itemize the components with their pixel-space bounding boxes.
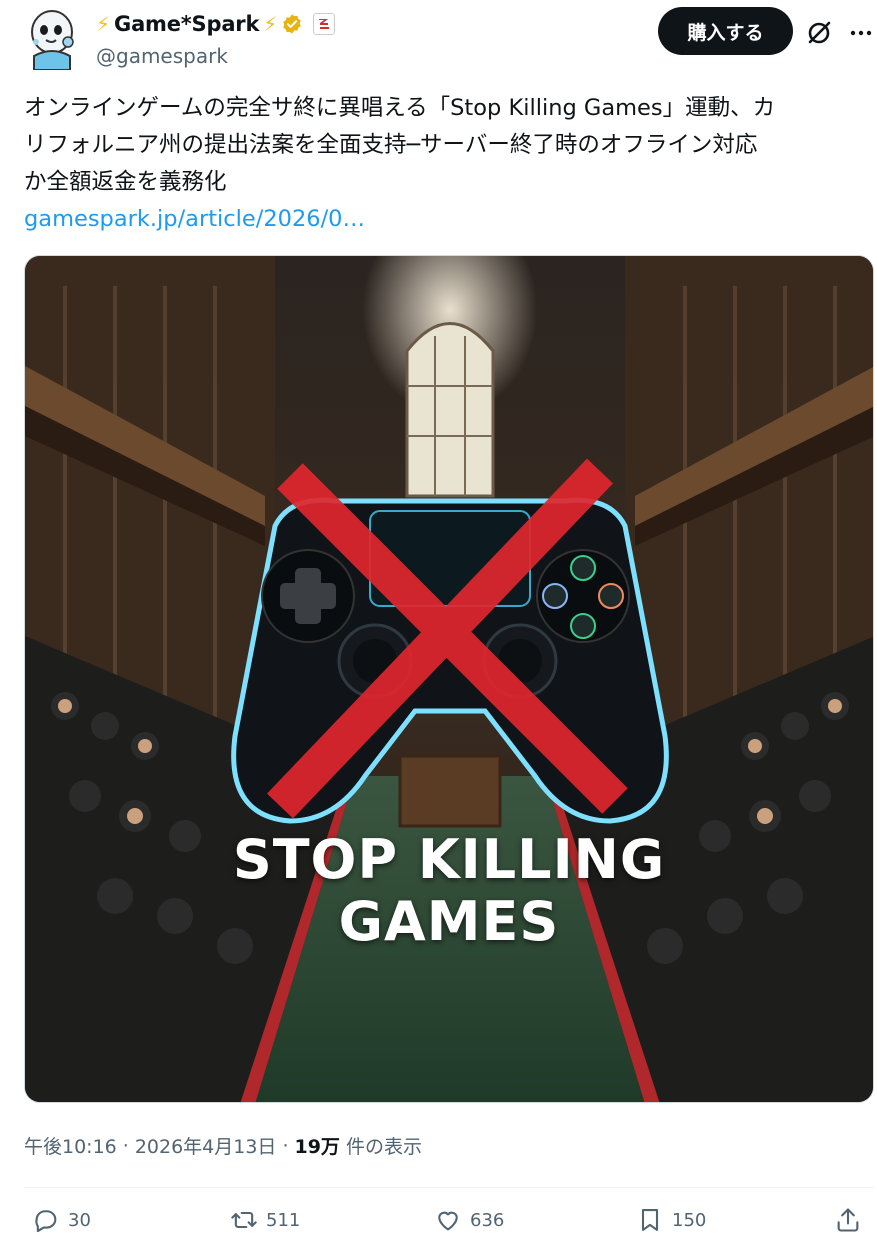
tweet-meta: 午後10:16 · 2026年4月13日 · 19万 件の表示 (24, 1132, 422, 1159)
bookmark-count: 150 (672, 1209, 707, 1231)
separator: · (282, 1134, 289, 1157)
bookmark-icon (641, 1209, 659, 1231)
tweet-header: ⚡ Game*Spark ⚡ @gamespark 購入する (24, 4, 874, 74)
lightning-icon: ⚡ (263, 12, 278, 36)
reply-button[interactable]: 30 (32, 1206, 91, 1234)
buy-button[interactable]: 購入する (658, 7, 793, 55)
avatar[interactable] (24, 6, 80, 70)
reply-count: 30 (68, 1209, 91, 1231)
share-button[interactable] (834, 1206, 862, 1234)
image-overlay-text: STOP KILLING (232, 828, 666, 891)
reply-icon (35, 1210, 57, 1233)
divider (24, 1187, 874, 1188)
account-handle[interactable]: @gamespark (96, 44, 228, 68)
post-time[interactable]: 午後10:16 (24, 1132, 117, 1159)
repost-count: 511 (266, 1209, 301, 1231)
affiliate-logo-icon (319, 19, 330, 29)
views-count: 19万 (294, 1136, 340, 1158)
grok-icon[interactable] (804, 18, 834, 48)
repost-icon (231, 1211, 257, 1229)
verified-badge-icon (283, 14, 301, 34)
tweet-text: オンラインゲームの完全サ終に異唱える「Stop Killing Games」運動… (24, 90, 870, 238)
account-name-row[interactable]: ⚡ Game*Spark ⚡ (96, 12, 336, 36)
image-overlay-text: GAMES (338, 890, 560, 953)
lightning-icon: ⚡ (96, 12, 111, 36)
heart-icon (438, 1211, 458, 1231)
more-options-icon[interactable] (846, 18, 876, 48)
article-link[interactable]: gamespark.jp/article/2026/0… (24, 201, 870, 238)
tweet-image[interactable]: STOP KILLING GAMES (24, 255, 874, 1103)
parliament-controller-illustration (25, 256, 873, 1102)
share-icon (837, 1208, 859, 1232)
views-label: 件の表示 (345, 1136, 422, 1158)
display-name[interactable]: Game*Spark (114, 12, 259, 36)
affiliate-badge (313, 13, 336, 35)
post-date[interactable]: 2026年4月13日 (135, 1132, 277, 1159)
action-bar: 30 511 636 150 (24, 1198, 874, 1248)
tweet-text-line: オンラインゲームの完全サ終に異唱える「Stop Killing Games」運動… (24, 95, 776, 121)
tweet-text-line: か全額返金を義務化 (24, 169, 227, 195)
like-button[interactable]: 636 (434, 1206, 504, 1234)
repost-button[interactable]: 511 (230, 1206, 300, 1234)
like-count: 636 (470, 1209, 505, 1231)
separator: · (122, 1134, 129, 1157)
tweet-text-line: リフォルニア州の提出法案を全面支持─サーバー終了時のオフライン対応 (24, 132, 758, 158)
bookmark-button[interactable]: 150 (636, 1206, 706, 1234)
